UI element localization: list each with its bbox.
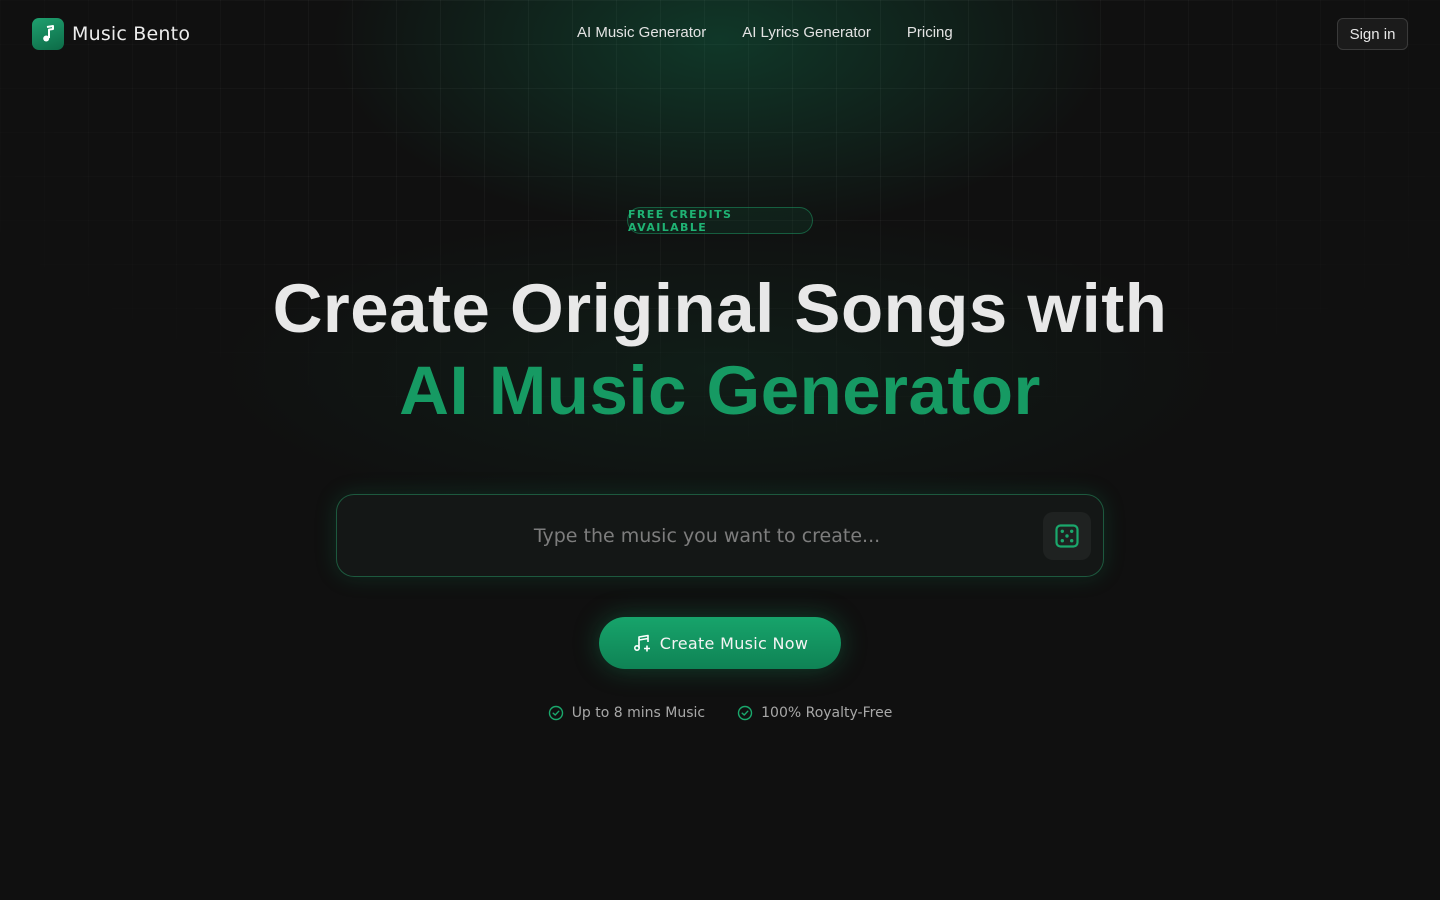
background-glow	[0, 0, 1440, 900]
dice-icon	[1055, 524, 1079, 548]
hero-title-line2: AI Music Generator	[399, 352, 1041, 429]
feature-label: Up to 8 mins Music	[571, 705, 706, 721]
brand[interactable]: Music Bento	[32, 18, 190, 50]
check-circle-icon	[737, 705, 753, 721]
nav-link-ai-music-generator[interactable]: AI Music Generator	[577, 24, 706, 41]
create-music-button[interactable]: Create Music Now	[599, 617, 841, 669]
page: Music Bento AI Music Generator AI Lyrics…	[0, 0, 1440, 900]
music-prompt-box	[336, 494, 1104, 577]
top-navbar: Music Bento AI Music Generator AI Lyrics…	[0, 0, 1440, 68]
feature-label: 100% Royalty-Free	[761, 705, 893, 721]
main-nav: AI Music Generator AI Lyrics Generator P…	[577, 24, 989, 41]
brand-name: Music Bento	[72, 23, 191, 45]
nav-link-pricing[interactable]: Pricing	[907, 24, 953, 41]
feature-list: Up to 8 mins Music 100% Royalty-Free	[0, 705, 1440, 721]
hero-title-line1: Create Original Songs with	[272, 270, 1168, 347]
music-prompt-input[interactable]	[357, 495, 1057, 576]
sign-in-button[interactable]: Sign in	[1337, 18, 1408, 50]
music-note-icon	[32, 18, 64, 50]
check-circle-icon	[548, 705, 563, 721]
feature-item: 100% Royalty-Free	[737, 705, 892, 721]
music-note-plus-icon	[633, 634, 650, 652]
free-credits-badge: FREE CREDITS AVAILABLE	[627, 207, 813, 234]
nav-link-ai-lyrics-generator[interactable]: AI Lyrics Generator	[742, 24, 871, 41]
random-prompt-button[interactable]	[1043, 512, 1091, 560]
create-music-label: Create Music Now	[659, 633, 809, 653]
feature-item: Up to 8 mins Music	[548, 705, 705, 721]
